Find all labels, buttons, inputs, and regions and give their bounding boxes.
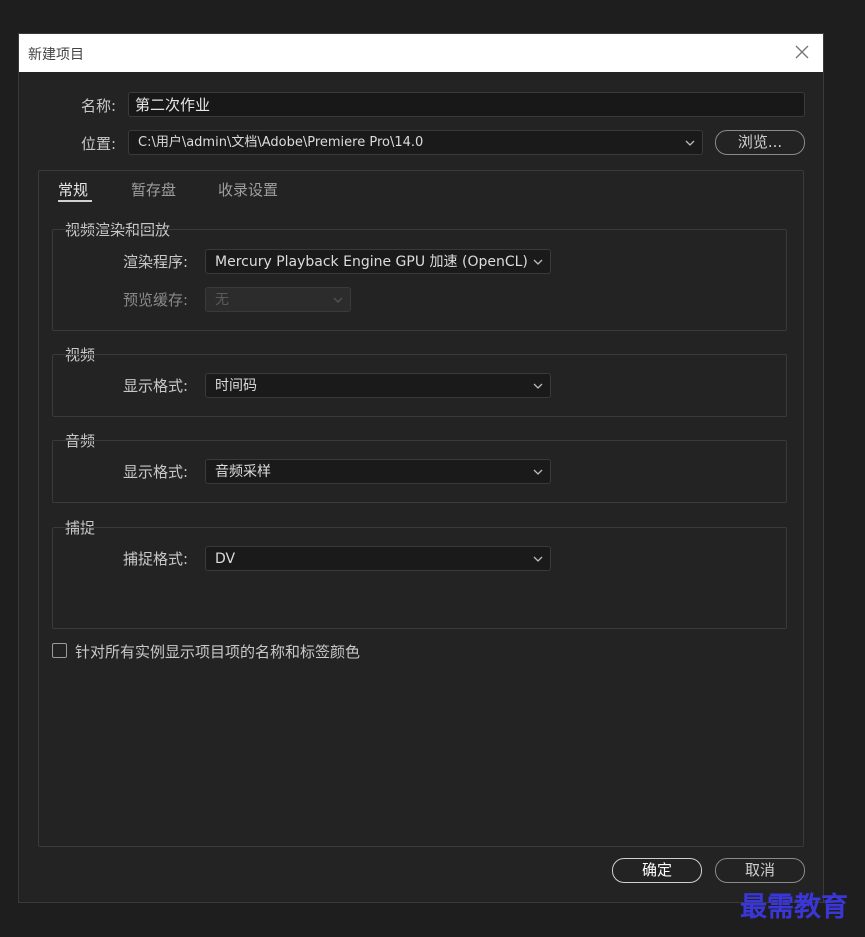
new-project-dialog: 新建项目 名称: 位置: C:\用户\admin\文档\Adobe\Premie… <box>18 33 824 903</box>
name-label: 名称: <box>81 97 117 115</box>
audio-display-format-value: 音频采样 <box>215 464 271 480</box>
dialog-titlebar: 新建项目 <box>19 34 823 72</box>
settings-panel: 常规 暂存盘 收录设置 视频渲染和回放 渲染程序: Mercury Playba… <box>38 170 804 847</box>
audio-display-format-dropdown[interactable]: 音频采样 <box>205 459 551 484</box>
active-tab-indicator <box>58 200 92 202</box>
tab-ingest-settings[interactable]: 收录设置 <box>218 179 278 200</box>
watermark-text: 最需教育 <box>740 892 848 923</box>
capture-group: 捕捉格式: DV <box>52 527 787 629</box>
chevron-down-icon <box>685 138 695 148</box>
preview-cache-label: 预览缓存: <box>123 291 189 309</box>
audio-display-format-label: 显示格式: <box>123 463 189 481</box>
video-group: 显示格式: 时间码 <box>52 354 787 417</box>
dialog-title: 新建项目 <box>28 47 84 63</box>
show-label-colors-label[interactable]: 针对所有实例显示项目项的名称和标签颜色 <box>75 641 360 662</box>
video-display-format-label: 显示格式: <box>123 377 189 395</box>
browse-button[interactable]: 浏览... <box>715 130 805 155</box>
chevron-down-icon <box>533 257 543 267</box>
tab-scratch-disks[interactable]: 暂存盘 <box>131 179 176 200</box>
location-value: C:\用户\admin\文档\Adobe\Premiere Pro\14.0 <box>138 135 424 150</box>
capture-format-value: DV <box>215 551 236 567</box>
video-display-format-dropdown[interactable]: 时间码 <box>205 373 551 398</box>
ok-button[interactable]: 确定 <box>612 858 702 883</box>
video-display-format-value: 时间码 <box>215 378 257 394</box>
renderer-label: 渲染程序: <box>123 253 189 271</box>
capture-format-label: 捕捉格式: <box>123 550 189 568</box>
chevron-down-icon <box>333 295 343 305</box>
name-input[interactable] <box>128 92 805 117</box>
chevron-down-icon <box>533 381 543 391</box>
tab-general[interactable]: 常规 <box>58 179 88 200</box>
capture-format-dropdown[interactable]: DV <box>205 546 551 571</box>
renderer-value: Mercury Playback Engine GPU 加速 (OpenCL) <box>215 254 528 270</box>
location-dropdown[interactable]: C:\用户\admin\文档\Adobe\Premiere Pro\14.0 <box>128 130 703 155</box>
renderer-dropdown[interactable]: Mercury Playback Engine GPU 加速 (OpenCL) <box>205 249 551 274</box>
preview-cache-value: 无 <box>215 292 229 308</box>
cancel-button[interactable]: 取消 <box>715 858 805 883</box>
chevron-down-icon <box>533 554 543 564</box>
audio-group: 显示格式: 音频采样 <box>52 440 787 503</box>
preview-cache-dropdown: 无 <box>205 287 351 312</box>
location-label: 位置: <box>81 135 117 153</box>
close-icon[interactable] <box>791 41 813 63</box>
render-group: 渲染程序: Mercury Playback Engine GPU 加速 (Op… <box>52 229 787 331</box>
show-label-colors-checkbox[interactable] <box>52 643 67 658</box>
chevron-down-icon <box>533 467 543 477</box>
